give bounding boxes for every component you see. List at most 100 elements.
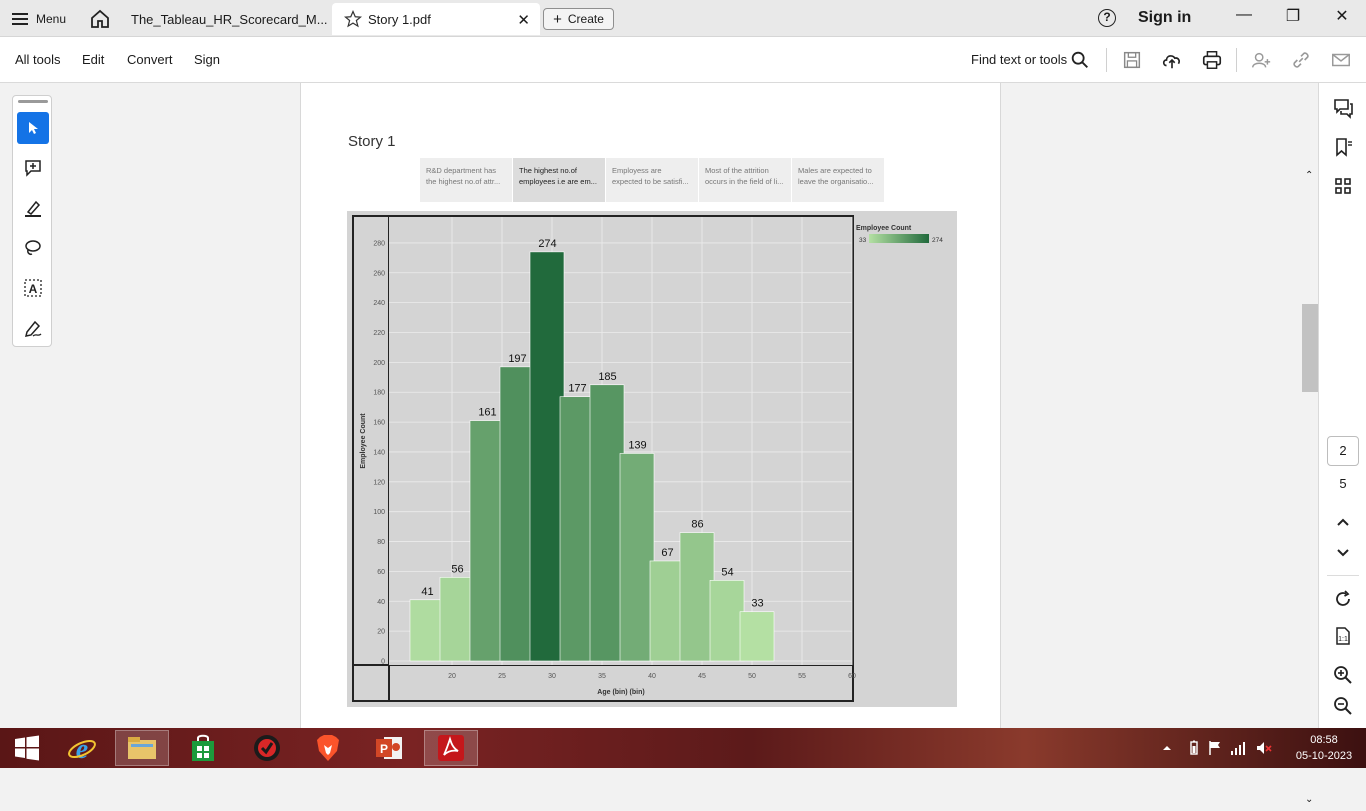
save-icon[interactable] [1121, 49, 1143, 71]
histogram-bar[interactable] [709, 580, 745, 662]
menu-button[interactable]: Menu [12, 8, 66, 30]
tab-document-2[interactable]: Story 1.pdf ✕ [332, 3, 540, 35]
y-tick-label: 40 [377, 599, 385, 606]
start-button[interactable] [0, 730, 54, 766]
upload-cloud-icon[interactable] [1161, 49, 1183, 71]
draw-tool-button[interactable] [17, 232, 49, 264]
close-tab-icon[interactable]: ✕ [517, 11, 530, 29]
menu-sign[interactable]: Sign [194, 52, 220, 67]
x-axis-label: Age (bin) (bin) [597, 689, 644, 696]
powerpoint-app[interactable]: P [362, 730, 416, 766]
menu-label: Menu [36, 12, 67, 26]
cursor-arrow-icon [29, 122, 38, 134]
windows-taskbar: e P 08:58 05-10-2023 [0, 728, 1366, 768]
star-icon[interactable] [344, 10, 362, 28]
store-app[interactable] [176, 730, 230, 766]
story-point[interactable]: Most of the attrition occurs in the fiel… [699, 158, 791, 202]
system-clock[interactable]: 08:58 05-10-2023 [1286, 732, 1362, 764]
create-label: Create [567, 12, 604, 26]
histogram-bar[interactable] [439, 577, 475, 662]
histogram-bar[interactable] [679, 532, 715, 662]
select-tool-button[interactable] [17, 112, 49, 144]
sign-tool-button[interactable] [17, 312, 49, 344]
find-text-button[interactable]: Find text or tools [971, 52, 1067, 67]
bar-value-label: 274 [538, 238, 556, 250]
histogram-bar[interactable] [559, 396, 595, 662]
text-box-icon: A [24, 279, 42, 297]
story-title: Story 1 [348, 133, 396, 150]
tools-bar: All tools Edit Convert Sign Find text or… [0, 37, 1366, 83]
histogram-bar[interactable] [469, 420, 505, 662]
vertical-scrollbar[interactable]: ⌃ ⌄ [1302, 166, 1318, 811]
link-icon[interactable] [1290, 49, 1312, 71]
share-user-icon[interactable] [1250, 49, 1272, 71]
text-tool-button[interactable]: A [17, 272, 49, 304]
zoom-out-icon[interactable] [1332, 695, 1354, 717]
help-icon[interactable]: ? [1098, 9, 1116, 27]
acrobat-app[interactable] [424, 730, 478, 766]
scroll-down-icon[interactable]: ⌄ [1305, 794, 1313, 805]
battery-icon[interactable] [1186, 740, 1202, 756]
current-page-input[interactable]: 2 [1327, 436, 1359, 466]
acrobat-icon [438, 735, 464, 761]
volume-muted-icon[interactable] [1256, 740, 1272, 756]
toolbar-divider [1106, 48, 1107, 72]
bookmark-icon[interactable] [1332, 136, 1354, 158]
antivirus-app[interactable] [240, 730, 294, 766]
histogram-bar[interactable] [499, 366, 535, 662]
action-center-flag-icon[interactable] [1207, 740, 1223, 756]
print-icon[interactable] [1201, 49, 1223, 71]
x-tick-label: 60 [848, 673, 856, 680]
restore-icon[interactable]: ❐ [1278, 6, 1308, 28]
search-icon[interactable] [1069, 49, 1091, 71]
scroll-up-icon[interactable]: ⌃ [1305, 170, 1313, 181]
story-point[interactable]: Males are expected to leave the organisa… [792, 158, 884, 202]
menu-all-tools[interactable]: All tools [15, 52, 61, 67]
histogram-bar[interactable] [589, 384, 625, 662]
histogram-bar[interactable] [409, 599, 445, 662]
next-page-icon[interactable] [1332, 542, 1354, 564]
panel-grip[interactable] [18, 100, 48, 103]
quick-tools-panel: A [12, 95, 52, 347]
histogram-bar[interactable] [649, 560, 685, 662]
story-point[interactable]: R&D department has the highest no.of att… [420, 158, 512, 202]
network-icon[interactable] [1230, 740, 1246, 756]
close-window-icon[interactable]: ✕ [1327, 6, 1357, 28]
plus-icon: + [553, 10, 562, 28]
shield-app-icon [254, 735, 280, 761]
tab-bar: Menu The_Tableau_HR_Scorecard_M... Story… [0, 0, 1366, 37]
home-icon[interactable] [88, 7, 112, 31]
scroll-thumb[interactable] [1302, 304, 1318, 392]
menu-convert[interactable]: Convert [127, 52, 173, 67]
y-tick-label: 280 [373, 240, 385, 247]
y-tick-label: 240 [373, 300, 385, 307]
svg-text:e: e [76, 734, 88, 763]
menu-edit[interactable]: Edit [82, 52, 104, 67]
svg-text:P: P [380, 742, 388, 756]
story-point[interactable]: Employess are expected to be satisfi... [606, 158, 698, 202]
highlight-tool-button[interactable] [17, 192, 49, 224]
zoom-in-icon[interactable] [1332, 664, 1354, 686]
internet-explorer-app[interactable]: e [55, 730, 109, 766]
file-explorer-app[interactable] [115, 730, 169, 766]
show-hidden-icons[interactable] [1159, 740, 1175, 756]
tab-document-1[interactable]: The_Tableau_HR_Scorecard_M... [119, 3, 329, 35]
fit-page-icon[interactable]: 1:1 [1332, 625, 1354, 647]
histogram-bar[interactable] [529, 251, 565, 662]
story-points-nav: R&D department has the highest no.of att… [420, 158, 884, 202]
powerpoint-icon: P [376, 737, 402, 759]
refresh-icon[interactable] [1332, 588, 1354, 610]
add-comment-button[interactable] [17, 152, 49, 184]
lasso-icon [25, 240, 41, 255]
histogram-bar[interactable] [619, 453, 655, 662]
create-button[interactable]: + Create [543, 8, 614, 30]
thumbnails-icon[interactable] [1332, 175, 1354, 197]
minimize-icon[interactable]: — [1229, 6, 1259, 28]
histogram-bar[interactable] [739, 611, 775, 662]
previous-page-icon[interactable] [1332, 511, 1354, 533]
sign-in-button[interactable]: Sign in [1138, 9, 1191, 27]
comments-icon[interactable] [1332, 97, 1354, 119]
mail-icon[interactable] [1330, 49, 1352, 71]
story-point-active[interactable]: The highest no.of employees i.e are em..… [513, 158, 605, 202]
brave-browser-app[interactable] [301, 730, 355, 766]
